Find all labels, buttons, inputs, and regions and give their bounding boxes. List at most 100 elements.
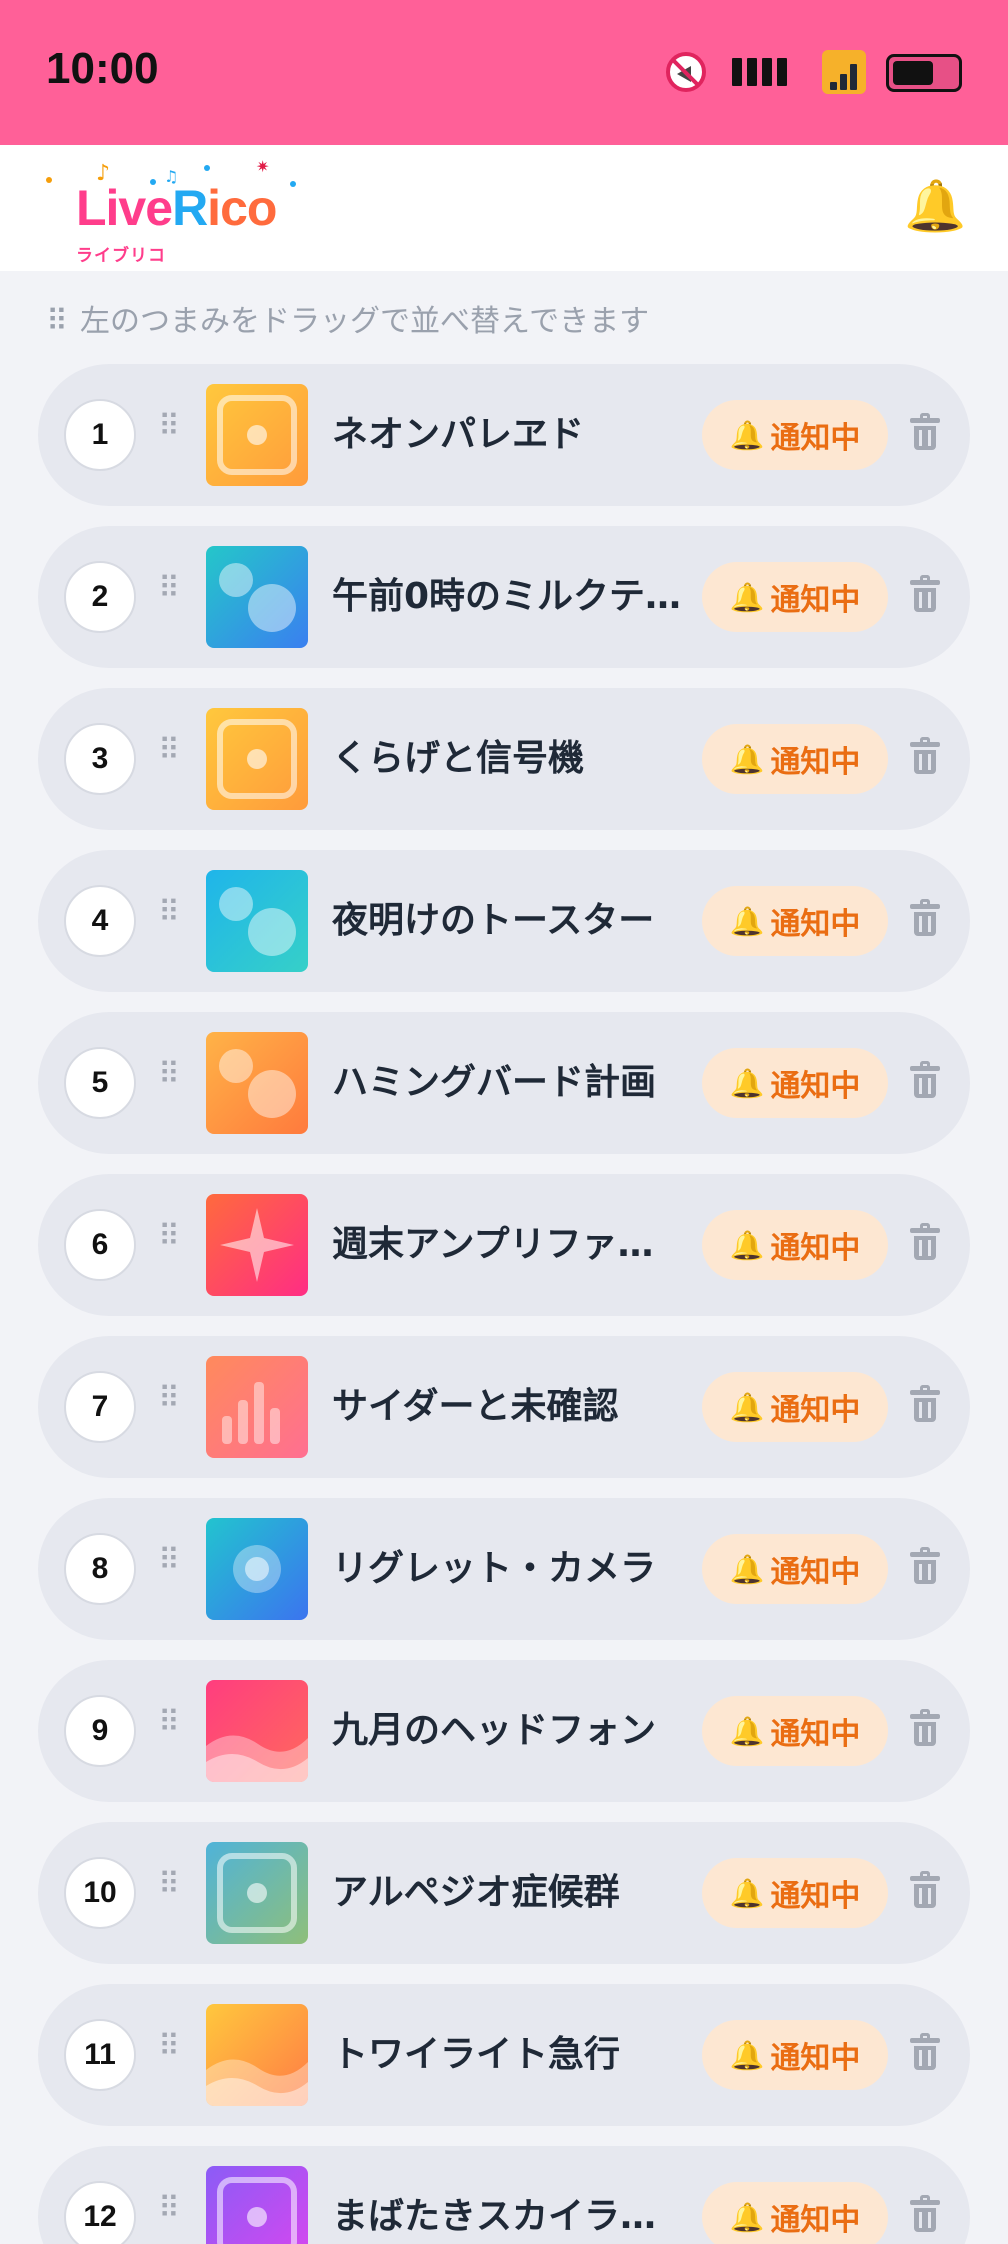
trash-icon[interactable] (910, 2033, 940, 2072)
list-item[interactable]: 12 ⠿ まばたきスカイラ… 🔔 通知中 (38, 2146, 970, 2244)
wifi-icon (822, 50, 866, 94)
bell-icon: 🔔 (729, 1066, 765, 1100)
bell-icon[interactable]: 🔔 (904, 181, 966, 231)
trash-icon[interactable] (910, 413, 940, 452)
rank-number: 9 (64, 1695, 136, 1767)
artist-name: まばたきスカイラ… (332, 2196, 657, 2237)
artist-thumbnail (206, 546, 308, 648)
artist-name: アルペジオ症候群 (332, 1872, 620, 1913)
rank-number: 7 (64, 1371, 136, 1443)
rank-number: 2 (64, 561, 136, 633)
drag-handle-icon[interactable]: ⠿ (158, 898, 180, 928)
drag-handle-icon[interactable]: ⠿ (158, 1870, 180, 1900)
rank-number: 4 (64, 885, 136, 957)
notify-toggle-button[interactable]: 🔔 通知中 (702, 1858, 888, 1928)
list-item[interactable]: 7 ⠿ サイダーと未確認 🔔 通知中 (38, 1336, 970, 1478)
trash-icon[interactable] (910, 1061, 940, 1100)
list-item[interactable]: 6 ⠿ 週末アンプリファ… 🔔 通知中 (38, 1174, 970, 1316)
trash-icon[interactable] (910, 1871, 940, 1910)
list-item[interactable]: 4 ⠿ 夜明けのトースター 🔔 通知中 (38, 850, 970, 992)
drag-handle-icon[interactable]: ⠿ (158, 1708, 180, 1738)
notify-status-label: 通知中 (770, 1393, 861, 1428)
trash-icon[interactable] (910, 2195, 940, 2234)
notify-status-label: 通知中 (770, 907, 861, 942)
trash-icon[interactable] (910, 1223, 940, 1262)
notify-toggle-button[interactable]: 🔔 通知中 (702, 1696, 888, 1766)
drag-handle-icon[interactable]: ⠿ (158, 1384, 180, 1414)
artist-name: くらげと信号機 (332, 738, 585, 779)
rank-number: 10 (64, 1857, 136, 1929)
reorder-hint: ⠿ 左のつまみをドラッグで並べ替えできます (46, 296, 649, 340)
drag-handle-icon[interactable]: ⠿ (158, 1546, 180, 1576)
drag-handle-icon[interactable]: ⠿ (158, 2032, 180, 2062)
bell-icon: 🔔 (729, 1552, 765, 1586)
notify-toggle-button[interactable]: 🔔 通知中 (702, 2020, 888, 2090)
list-item[interactable]: 10 ⠿ アルペジオ症候群 🔔 通知中 (38, 1822, 970, 1964)
logo-subtext: ライブリコ (76, 246, 166, 266)
notify-toggle-button[interactable]: 🔔 通知中 (702, 1210, 888, 1280)
list-item[interactable]: 9 ⠿ 九月のヘッドフォン 🔔 通知中 (38, 1660, 970, 1802)
artist-thumbnail (206, 384, 308, 486)
artist-name: サイダーと未確認 (332, 1386, 619, 1427)
notify-toggle-button[interactable]: 🔔 通知中 (702, 724, 888, 794)
artist-name: ネオンパレヱド (332, 414, 585, 455)
list-item[interactable]: 2 ⠿ 午前0時のミルクテ… 🔔 通知中 (38, 526, 970, 668)
trash-icon[interactable] (910, 737, 940, 776)
bell-icon: 🔔 (729, 2200, 765, 2234)
notify-toggle-button[interactable]: 🔔 通知中 (702, 1372, 888, 1442)
artist-thumbnail (206, 1032, 308, 1134)
notify-toggle-button[interactable]: 🔔 通知中 (702, 2182, 888, 2244)
drag-handle-icon[interactable]: ⠿ (158, 1222, 180, 1252)
bell-icon: 🔔 (729, 742, 765, 776)
trash-icon[interactable] (910, 1547, 940, 1586)
notify-toggle-button[interactable]: 🔔 通知中 (702, 400, 888, 470)
drag-handle-icon[interactable]: ⠿ (158, 574, 180, 604)
artist-thumbnail (206, 1356, 308, 1458)
artist-thumbnail (206, 1842, 308, 1944)
artist-name: 週末アンプリファ… (332, 1224, 654, 1265)
artist-name: 夜明けのトースター (332, 900, 655, 941)
drag-handle-icon[interactable]: ⠿ (158, 736, 180, 766)
logo-letter-r: R (172, 180, 208, 236)
trash-icon[interactable] (910, 899, 940, 938)
bell-icon: 🔔 (729, 1390, 765, 1424)
bell-icon: 🔔 (729, 580, 765, 614)
drag-handle-icon[interactable]: ⠿ (158, 2194, 180, 2224)
notify-toggle-button[interactable]: 🔔 通知中 (702, 562, 888, 632)
trash-icon[interactable] (910, 575, 940, 614)
list-item[interactable]: 8 ⠿ リグレット・カメラ 🔔 通知中 (38, 1498, 970, 1640)
bell-icon: 🔔 (729, 904, 765, 938)
notify-status-label: 通知中 (770, 1717, 861, 1752)
logo-letter-i: i (207, 180, 221, 236)
notify-toggle-button[interactable]: 🔔 通知中 (702, 1534, 888, 1604)
list-item[interactable]: 3 ⠿ くらげと信号機 🔔 通知中 (38, 688, 970, 830)
artist-name: トワイライト急行 (332, 2034, 621, 2075)
bell-icon: 🔔 (729, 1228, 765, 1262)
drag-handle-icon[interactable]: ⠿ (158, 1060, 180, 1090)
list-item[interactable]: 11 ⠿ トワイライト急行 🔔 通知中 (38, 1984, 970, 2126)
hint-text: 左のつまみをドラッグで並べ替えできます (79, 304, 650, 339)
list-item[interactable]: 5 ⠿ ハミングバード計画 🔔 通知中 (38, 1012, 970, 1154)
artist-name: 午前0時のミルクテ… (332, 576, 682, 617)
artist-thumbnail (206, 1194, 308, 1296)
signal-icon (732, 58, 787, 86)
status-bar: 10:00 (0, 0, 1008, 145)
notify-toggle-button[interactable]: 🔔 通知中 (702, 1048, 888, 1118)
trash-icon[interactable] (910, 1709, 940, 1748)
notify-status-label: 通知中 (770, 2041, 861, 2076)
status-time: 10:00 (46, 44, 159, 93)
notify-toggle-button[interactable]: 🔔 通知中 (702, 886, 888, 956)
rank-number: 5 (64, 1047, 136, 1119)
trash-icon[interactable] (910, 1385, 940, 1424)
logo-word-live: Live (76, 180, 173, 236)
app-logo[interactable]: ♪ ♫ ✷ LiveRico ライブリコ (40, 155, 340, 266)
logo-wordmark: LiveRico (76, 180, 277, 236)
list-item[interactable]: 1 ⠿ ネオンパレヱド 🔔 通知中 (38, 364, 970, 506)
drag-handle-icon[interactable]: ⠿ (158, 412, 180, 442)
notify-status-label: 通知中 (770, 1231, 861, 1266)
notify-status-label: 通知中 (770, 1555, 861, 1590)
drag-handle-icon: ⠿ (46, 304, 68, 339)
notify-status-label: 通知中 (770, 421, 861, 456)
artist-thumbnail (206, 1680, 308, 1782)
sparkle-icon: ✷ (256, 157, 270, 176)
